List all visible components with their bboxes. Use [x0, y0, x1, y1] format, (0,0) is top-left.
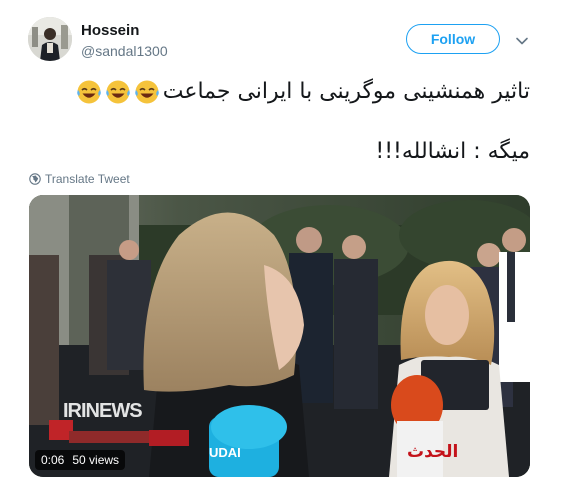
avatar[interactable] [28, 17, 72, 61]
face-with-tears-of-joy-icon [105, 80, 130, 104]
video-duration: 0:06 [41, 453, 65, 467]
translate-tweet-link[interactable]: Translate Tweet [29, 171, 130, 187]
mic-label-text: الحدث [407, 442, 458, 462]
author-display-name[interactable]: Hossein [81, 22, 139, 40]
globe-icon [29, 173, 41, 185]
face-with-tears-of-joy-icon [76, 80, 101, 104]
tweet-text-line-2: میگه : انشالله!!! [375, 139, 530, 164]
view-count: 50 views [72, 453, 120, 467]
watermark-text: IRINEWS [63, 400, 143, 422]
video-player[interactable]: الحدث UDAI IRINEWS 0:06 50 views [29, 195, 530, 477]
author-handle[interactable]: @sandal1300 [81, 42, 168, 60]
translate-label: Translate Tweet [45, 172, 130, 186]
video-frame: الحدث UDAI [29, 195, 530, 477]
tweet-text-line-1: تاثیر همنشینی موگرینی با ایرانی جماعت [74, 77, 530, 107]
follow-button[interactable]: Follow [406, 24, 500, 54]
tweet-card: Hossein @sandal1300 Follow تاثیر همنشینی… [0, 0, 561, 485]
video-stats-badge: 0:06 50 views [35, 450, 126, 470]
chevron-down-icon[interactable] [514, 33, 530, 49]
face-with-tears-of-joy-icon [134, 80, 159, 104]
avatar-photo [28, 17, 72, 61]
emoji-group [74, 78, 161, 106]
mic-brand-text: UDAI [209, 445, 241, 460]
tweet-text: تاثیر همنشینی موگرینی با ایرانی جماعت [162, 79, 530, 104]
